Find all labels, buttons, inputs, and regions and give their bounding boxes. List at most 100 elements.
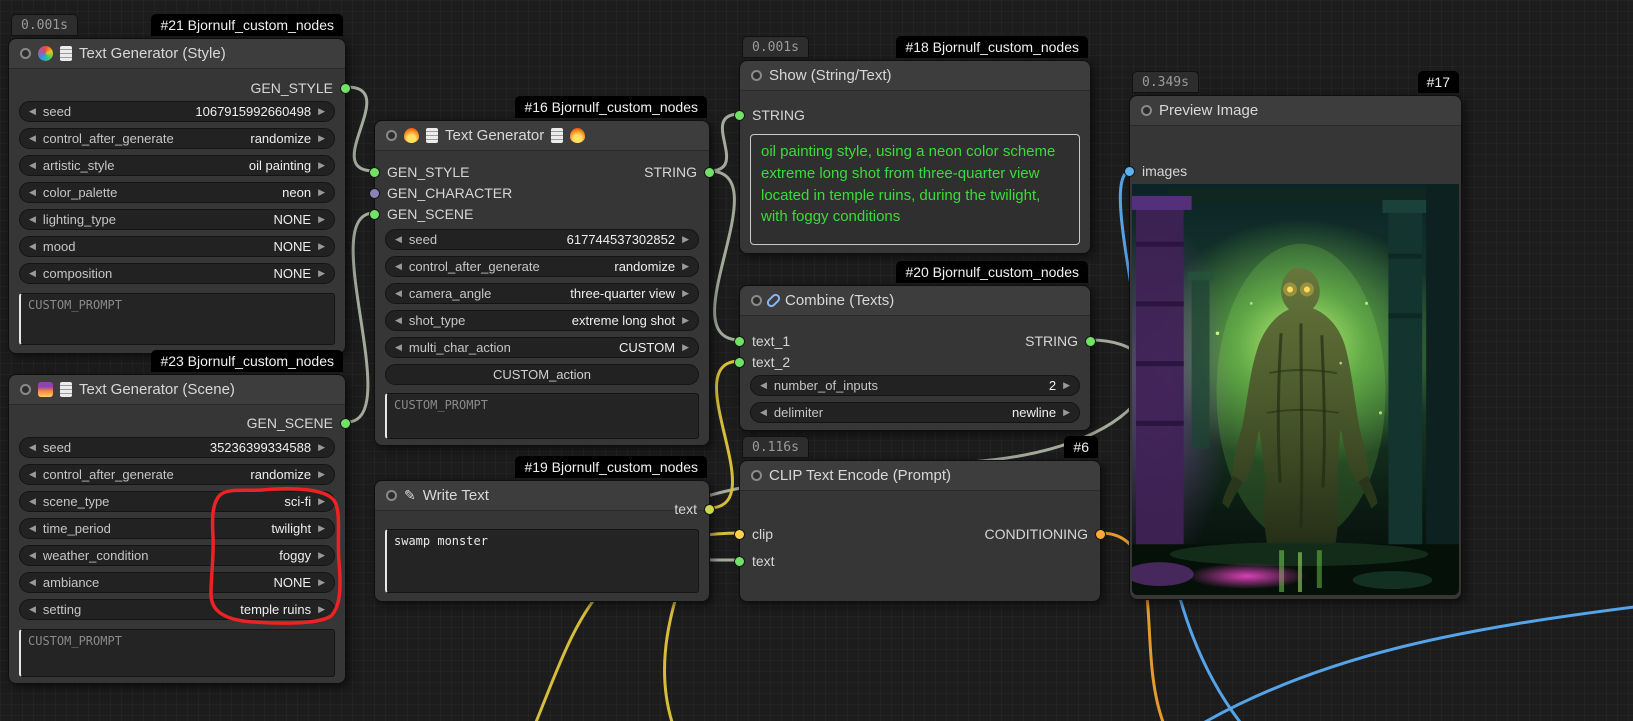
widget-artistic-style[interactable]: ◀ artistic_style oil painting ▶ <box>19 155 335 176</box>
wire-blue-crossing[interactable] <box>1205 607 1633 721</box>
widget-time-period[interactable]: ◀ time_period twilight ▶ <box>19 518 335 539</box>
output-dot[interactable] <box>340 83 351 94</box>
increment-icon[interactable]: ▶ <box>318 107 325 116</box>
input-dot[interactable] <box>369 188 380 199</box>
output-dot[interactable] <box>340 418 351 429</box>
output-dot[interactable] <box>704 167 715 178</box>
node-show-text[interactable]: 0.001s #18 Bjornulf_custom_nodes Show (S… <box>739 60 1091 254</box>
increment-icon[interactable]: ▶ <box>318 269 325 278</box>
input-dot[interactable] <box>734 110 745 121</box>
node-header[interactable]: Text Generator (Scene) <box>9 375 345 405</box>
decrement-icon[interactable]: ◀ <box>29 443 36 452</box>
increment-icon[interactable]: ▶ <box>682 262 689 271</box>
collapse-dot[interactable] <box>751 70 762 81</box>
widget-composition[interactable]: ◀ composition NONE ▶ <box>19 263 335 284</box>
output-port-string[interactable]: STRING <box>644 162 715 182</box>
widget-scene-type[interactable]: ◀ scene_type sci-fi ▶ <box>19 491 335 512</box>
decrement-icon[interactable]: ◀ <box>395 235 402 244</box>
widget-weather-condition[interactable]: ◀ weather_condition foggy ▶ <box>19 545 335 566</box>
node-header[interactable]: Text Generator (Style) <box>9 39 345 69</box>
decrement-icon[interactable]: ◀ <box>760 381 767 390</box>
increment-icon[interactable]: ▶ <box>1063 381 1070 390</box>
widget-setting[interactable]: ◀ setting temple ruins ▶ <box>19 599 335 620</box>
input-port-text[interactable]: text <box>734 551 775 571</box>
node-header[interactable]: CLIP Text Encode (Prompt) <box>740 461 1100 491</box>
write-text-input[interactable]: swamp monster <box>385 529 699 593</box>
custom-prompt-input[interactable] <box>19 293 335 345</box>
wire-writetext-to-combine[interactable] <box>709 361 740 508</box>
node-text-generator[interactable]: #16 Bjornulf_custom_nodes Text Generator… <box>374 120 710 446</box>
output-port-string[interactable]: STRING <box>1025 331 1096 351</box>
input-port-string[interactable]: STRING <box>734 105 805 125</box>
input-port-images[interactable]: images <box>1124 161 1187 181</box>
decrement-icon[interactable]: ◀ <box>29 524 36 533</box>
increment-icon[interactable]: ▶ <box>682 235 689 244</box>
node-header[interactable]: ✎ Write Text <box>375 481 709 511</box>
output-dot[interactable] <box>704 504 715 515</box>
input-dot[interactable] <box>734 529 745 540</box>
decrement-icon[interactable]: ◀ <box>29 134 36 143</box>
widget-control-after-generate[interactable]: ◀ control_after_generate randomize ▶ <box>19 464 335 485</box>
increment-icon[interactable]: ▶ <box>318 497 325 506</box>
wire-string-to-combine[interactable] <box>709 171 740 340</box>
widget-number-of-inputs[interactable]: ◀ number_of_inputs 2 ▶ <box>750 375 1080 396</box>
widget-delimiter[interactable]: ◀ delimiter newline ▶ <box>750 402 1080 423</box>
node-clip-text-encode[interactable]: 0.116s #6 CLIP Text Encode (Prompt) clip… <box>739 460 1101 602</box>
increment-icon[interactable]: ▶ <box>318 524 325 533</box>
node-text-generator-scene[interactable]: #23 Bjornulf_custom_nodes Text Generator… <box>8 374 346 684</box>
widget-multi-char-action[interactable]: ◀ multi_char_action CUSTOM ▶ <box>385 337 699 358</box>
output-dot[interactable] <box>1095 529 1106 540</box>
collapse-dot[interactable] <box>386 130 397 141</box>
collapse-dot[interactable] <box>20 384 31 395</box>
increment-icon[interactable]: ▶ <box>318 470 325 479</box>
increment-icon[interactable]: ▶ <box>318 161 325 170</box>
decrement-icon[interactable]: ◀ <box>29 269 36 278</box>
node-preview-image[interactable]: 0.349s #17 Preview Image images <box>1129 95 1462 600</box>
increment-icon[interactable]: ▶ <box>318 443 325 452</box>
decrement-icon[interactable]: ◀ <box>29 470 36 479</box>
increment-icon[interactable]: ▶ <box>318 551 325 560</box>
input-port-gen-scene[interactable]: GEN_SCENE <box>369 204 473 224</box>
input-port-text-1[interactable]: text_1 <box>734 331 790 351</box>
widget-camera-angle[interactable]: ◀ camera_angle three-quarter view ▶ <box>385 283 699 304</box>
decrement-icon[interactable]: ◀ <box>29 578 36 587</box>
decrement-icon[interactable]: ◀ <box>29 161 36 170</box>
widget-seed[interactable]: ◀ seed 35236399334588 ▶ <box>19 437 335 458</box>
input-dot[interactable] <box>369 209 380 220</box>
widget-seed[interactable]: ◀ seed 1067915992660498 ▶ <box>19 101 335 122</box>
widget-seed[interactable]: ◀ seed 617744537302852 ▶ <box>385 229 699 250</box>
decrement-icon[interactable]: ◀ <box>29 107 36 116</box>
output-port-gen-style[interactable]: GEN_STYLE <box>251 78 351 98</box>
decrement-icon[interactable]: ◀ <box>29 551 36 560</box>
increment-icon[interactable]: ▶ <box>318 188 325 197</box>
node-combine-texts[interactable]: #20 Bjornulf_custom_nodes Combine (Texts… <box>739 285 1091 431</box>
input-dot[interactable] <box>369 167 380 178</box>
decrement-icon[interactable]: ◀ <box>760 408 767 417</box>
decrement-icon[interactable]: ◀ <box>395 316 402 325</box>
collapse-dot[interactable] <box>751 295 762 306</box>
output-port-gen-scene[interactable]: GEN_SCENE <box>247 413 351 433</box>
increment-icon[interactable]: ▶ <box>318 242 325 251</box>
input-port-text-2[interactable]: text_2 <box>734 352 790 372</box>
increment-icon[interactable]: ▶ <box>318 578 325 587</box>
input-dot[interactable] <box>734 357 745 368</box>
node-header[interactable]: Preview Image <box>1130 96 1461 126</box>
collapse-dot[interactable] <box>20 48 31 59</box>
node-header[interactable]: Text Generator <box>375 121 709 151</box>
input-port-clip[interactable]: clip <box>734 524 773 544</box>
widget-control-after-generate[interactable]: ◀ control_after_generate randomize ▶ <box>19 128 335 149</box>
widget-color-palette[interactable]: ◀ color_palette neon ▶ <box>19 182 335 203</box>
custom-prompt-input[interactable] <box>385 393 699 439</box>
decrement-icon[interactable]: ◀ <box>395 343 402 352</box>
decrement-icon[interactable]: ◀ <box>29 242 36 251</box>
custom-prompt-input[interactable] <box>19 629 335 677</box>
decrement-icon[interactable]: ◀ <box>395 289 402 298</box>
collapse-dot[interactable] <box>1141 105 1152 116</box>
output-port-text[interactable]: text <box>674 499 715 519</box>
widget-control-after-generate[interactable]: ◀ control_after_generate randomize ▶ <box>385 256 699 277</box>
input-dot[interactable] <box>734 336 745 347</box>
node-header[interactable]: Show (String/Text) <box>740 61 1090 91</box>
increment-icon[interactable]: ▶ <box>318 215 325 224</box>
node-text-generator-style[interactable]: 0.001s #21 Bjornulf_custom_nodes Text Ge… <box>8 38 346 354</box>
node-graph-canvas[interactable]: 0.001s #21 Bjornulf_custom_nodes Text Ge… <box>0 0 1633 721</box>
